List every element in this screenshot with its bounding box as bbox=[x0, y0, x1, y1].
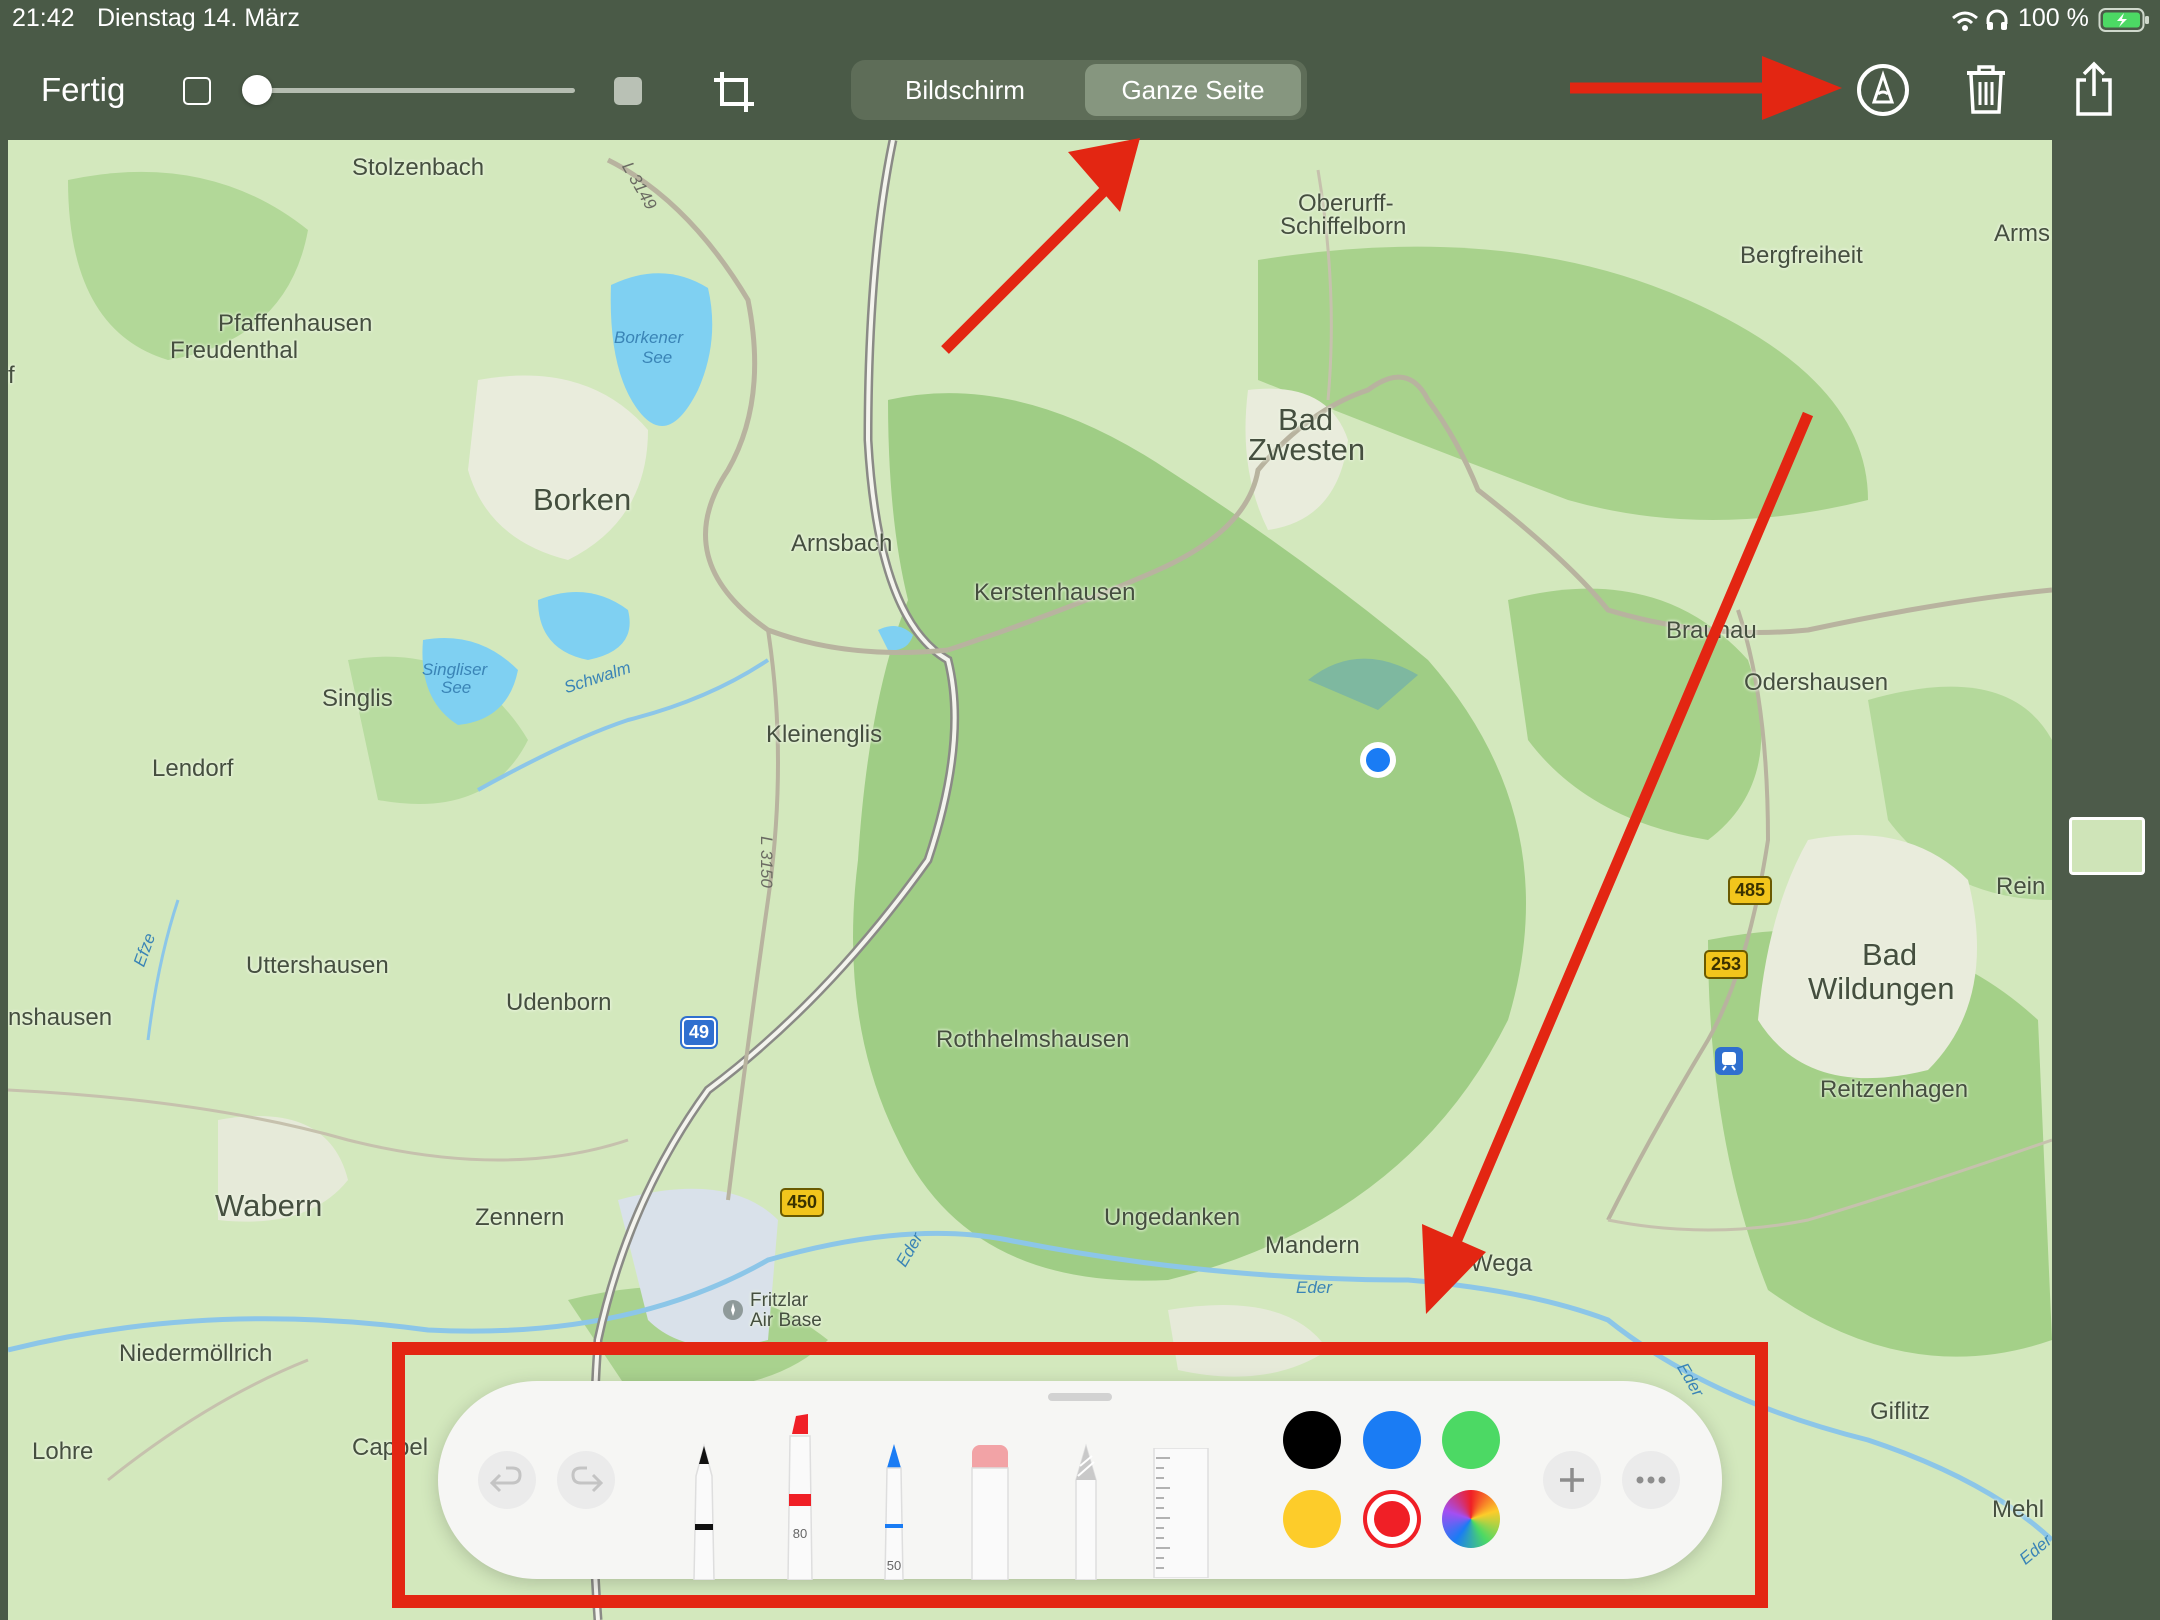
annotation-arrow bbox=[1450, 411, 1814, 1245]
annotation-arrow bbox=[941, 186, 1109, 354]
annotation-arrowhead bbox=[1068, 138, 1140, 212]
annotation-arrowhead bbox=[1762, 56, 1842, 120]
annotation-rectangle bbox=[392, 1342, 1768, 1608]
